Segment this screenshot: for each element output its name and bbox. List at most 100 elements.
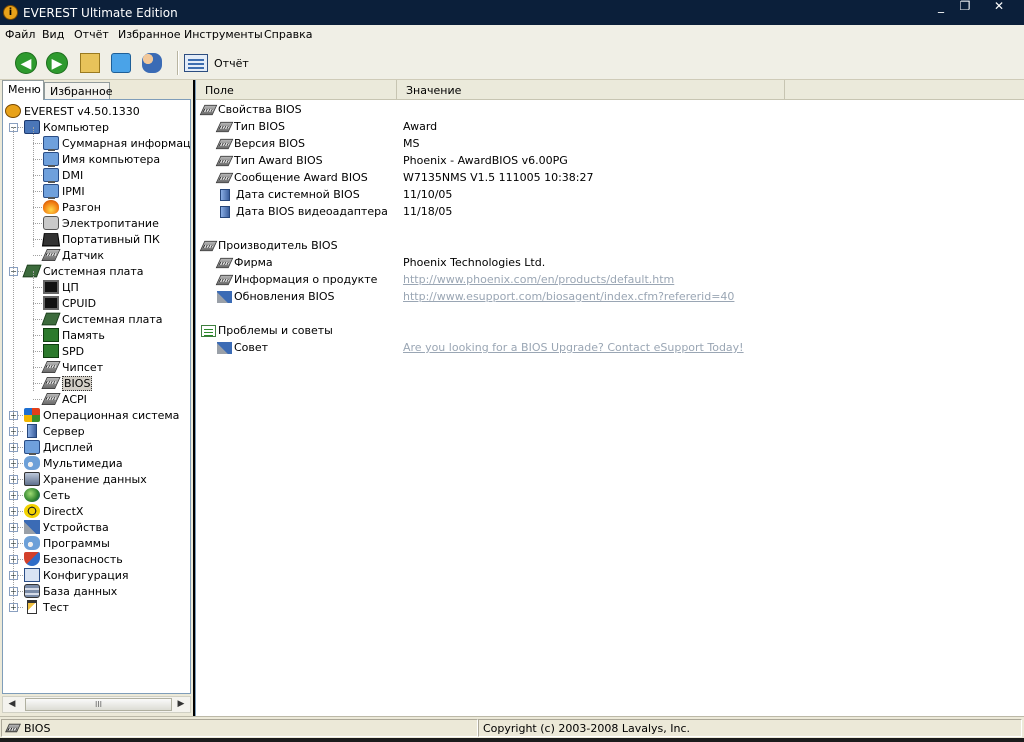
group-header[interactable]: Проблемы и советы — [201, 322, 333, 339]
report-label: Отчёт — [214, 56, 249, 70]
tree-item[interactable]: Устройства — [24, 519, 109, 535]
tree-item[interactable]: База данных — [24, 583, 117, 599]
tree-item[interactable]: BIOS — [41, 375, 93, 391]
menu-file[interactable]: Файл — [5, 28, 35, 41]
tree-item[interactable]: SPD — [43, 343, 84, 359]
detail-row[interactable]: Дата системной BIOS — [217, 186, 360, 203]
value-link[interactable]: Are you looking for a BIOS Upgrade? Cont… — [403, 339, 744, 356]
tree-item-label: Сервер — [43, 424, 85, 438]
chip-icon — [199, 240, 218, 251]
detail-row[interactable]: Сообщение Award BIOS — [215, 169, 368, 186]
tree-item-label: Сеть — [43, 488, 71, 502]
scroll-thumb[interactable]: III — [25, 698, 172, 711]
tree-item[interactable]: CPUID — [43, 295, 96, 311]
tree-item[interactable]: Чипсет — [41, 359, 104, 375]
computer-icon — [24, 120, 40, 134]
tree-item-label: CPUID — [62, 296, 97, 310]
scroll-left-arrow[interactable]: ◀ — [5, 698, 19, 711]
group-header[interactable]: Свойства BIOS — [199, 101, 302, 118]
tree-item[interactable]: Системная плата — [22, 263, 144, 279]
tree-item[interactable]: Разгон — [43, 199, 101, 215]
config-icon — [24, 568, 40, 582]
tree-item[interactable]: Мультимедиа — [24, 455, 123, 471]
chip-icon — [41, 361, 61, 373]
tree-item-label: Дисплей — [43, 440, 93, 454]
detail-row[interactable]: Обновления BIOS — [217, 288, 335, 305]
tree-item[interactable]: Операционная система — [24, 407, 179, 423]
detail-row[interactable]: Фирма — [215, 254, 273, 271]
tree-item[interactable]: Имя компьютера — [43, 151, 160, 167]
tree-item[interactable]: Дисплей — [24, 439, 93, 455]
forward-button[interactable]: ▶ — [44, 50, 70, 76]
tab-menu[interactable]: Меню — [2, 80, 44, 100]
tree-item-label: Чипсет — [62, 360, 104, 374]
tree-item[interactable]: Системная плата — [41, 311, 163, 327]
tree-root[interactable]: EVEREST v4.50.1330 — [5, 103, 140, 119]
monitor-icon — [43, 136, 59, 151]
field-name: Тип Award BIOS — [234, 154, 323, 167]
tree-item[interactable]: IPMI — [43, 183, 85, 199]
tree-item[interactable]: Датчик — [41, 247, 104, 263]
tree-item[interactable]: Сервер — [24, 423, 85, 439]
tree-item-label: Мультимедиа — [43, 456, 123, 470]
tree-item[interactable]: Память — [43, 327, 105, 343]
detail-row[interactable]: Информация о продукте — [215, 271, 377, 288]
detail-row[interactable]: Тип Award BIOS — [215, 152, 323, 169]
tips-icon — [201, 324, 216, 337]
tree-item[interactable]: ACPI — [41, 391, 87, 407]
tab-favorites[interactable]: Избранное — [44, 82, 112, 100]
tree-item[interactable]: ЦП — [43, 279, 79, 295]
tree-horizontal-scrollbar[interactable]: ◀ III ▶ — [2, 696, 191, 713]
tree-item[interactable]: Портативный ПК — [41, 231, 160, 247]
detail-row[interactable]: Версия BIOS — [215, 135, 305, 152]
tree-item[interactable]: Конфигурация — [24, 567, 129, 583]
tree-item[interactable]: Компьютер — [24, 119, 109, 135]
tree-item[interactable]: Хранение данных — [24, 471, 147, 487]
report-button[interactable]: Отчёт — [184, 50, 249, 76]
menu-report[interactable]: Отчёт — [74, 28, 109, 41]
app-info-icon: i — [3, 5, 18, 20]
display-icon — [24, 440, 40, 455]
tree-item-label: SPD — [62, 344, 85, 358]
detail-row[interactable]: Тип BIOS — [215, 118, 285, 135]
menu-tools[interactable]: Инструменты — [184, 28, 263, 41]
server-icon — [27, 424, 37, 438]
menu-view[interactable]: Вид — [42, 28, 64, 41]
tree-item[interactable]: Программы — [24, 535, 110, 551]
group-header[interactable]: Производитель BIOS — [199, 237, 338, 254]
restore-button[interactable]: ❐ — [956, 0, 974, 14]
chip-icon — [41, 249, 61, 261]
navigation-tree[interactable]: EVEREST v4.50.1330 Компьютер − Суммарная и… — [2, 99, 191, 694]
scroll-right-arrow[interactable]: ▶ — [174, 698, 188, 711]
detail-row[interactable]: Дата BIOS видеоадаптера — [217, 203, 388, 220]
detail-row[interactable]: Совет — [217, 339, 268, 356]
tree-item[interactable]: Тест — [24, 599, 69, 615]
menu-favorites[interactable]: Избранное — [118, 28, 180, 41]
minimize-button[interactable]: _ — [932, 0, 950, 14]
column-field[interactable]: Поле — [196, 80, 397, 100]
menu-help[interactable]: Справка — [264, 28, 312, 41]
up-button[interactable] — [77, 50, 103, 76]
ram-icon — [43, 328, 59, 342]
tree-item[interactable]: DMI — [43, 167, 83, 183]
tree-item[interactable]: DirectX — [24, 503, 83, 519]
hourglass-icon — [27, 600, 37, 614]
refresh-button[interactable] — [108, 50, 134, 76]
back-button[interactable]: ◀ — [13, 50, 39, 76]
column-value[interactable]: Значение — [397, 80, 785, 100]
tree-item[interactable]: Сеть — [24, 487, 70, 503]
tree-item-label: Разгон — [62, 200, 101, 214]
value-link[interactable]: http://www.phoenix.com/en/products/defau… — [403, 271, 674, 288]
value-link[interactable]: http://www.esupport.com/biosagent/index.… — [403, 288, 734, 305]
field-value: Phoenix Technologies Ltd. — [403, 256, 546, 269]
tree-item[interactable]: Суммарная информация — [43, 135, 191, 151]
toolbar-separator — [177, 51, 179, 75]
directx-icon — [24, 504, 40, 518]
users-button[interactable] — [139, 50, 165, 76]
close-button[interactable]: ✕ — [990, 0, 1008, 14]
tree-connector — [33, 319, 42, 320]
tree-item-label: Суммарная информация — [62, 136, 191, 150]
tree-item[interactable]: Электропитание — [43, 215, 159, 231]
field-name: Фирма — [234, 256, 273, 269]
tree-item[interactable]: Безопасность — [24, 551, 123, 567]
